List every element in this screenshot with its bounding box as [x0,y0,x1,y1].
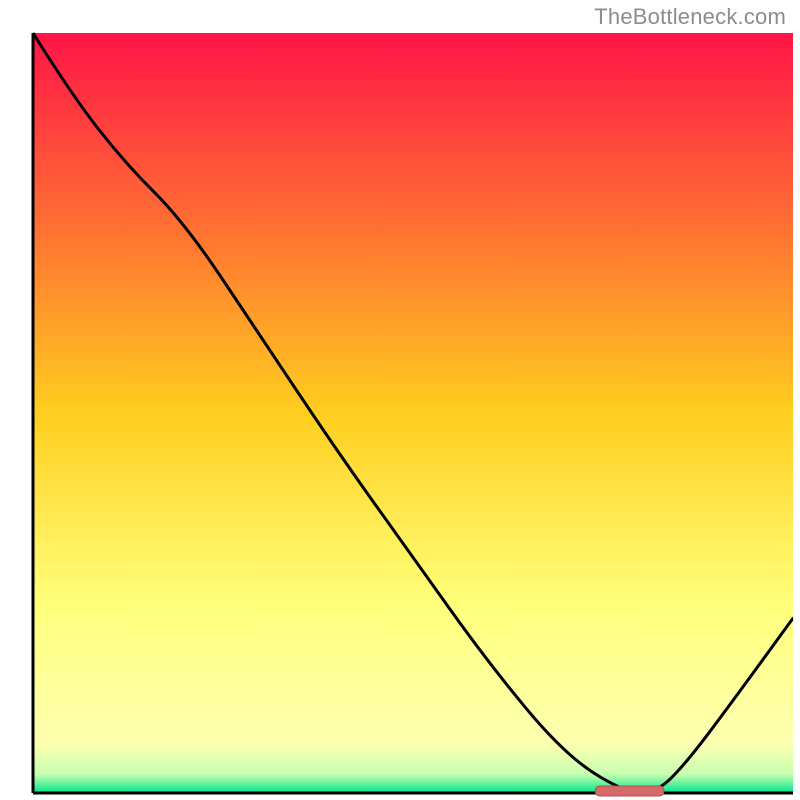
chart-wrapper: { "attribution": "TheBottleneck.com", "c… [0,0,800,800]
plot-background [33,33,793,793]
optimal-marker [595,786,663,796]
bottleneck-chart [0,0,800,800]
